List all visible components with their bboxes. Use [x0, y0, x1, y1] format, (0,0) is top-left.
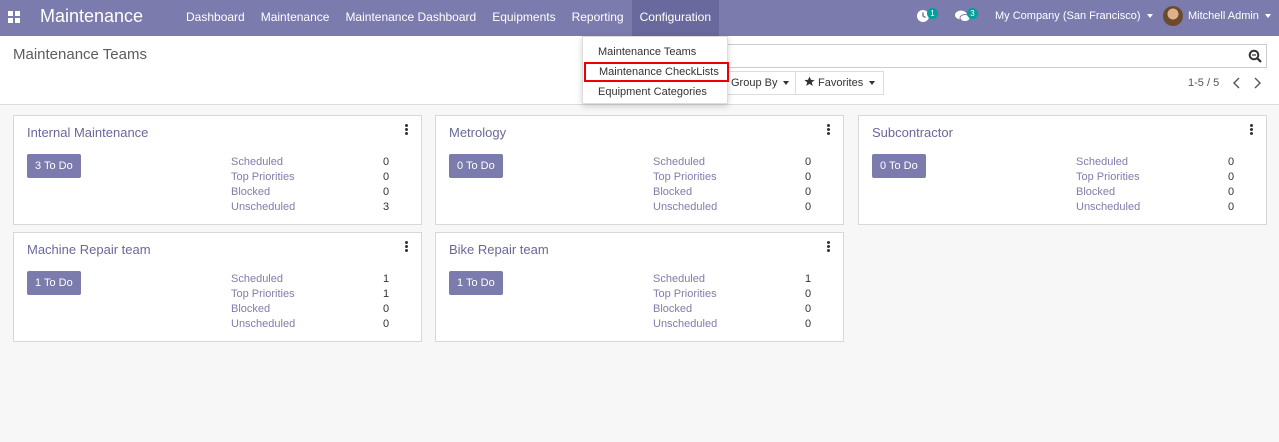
caret-down-icon: [1264, 14, 1271, 18]
menu-equipments[interactable]: Equipments: [484, 0, 563, 36]
kebab-menu-icon[interactable]: [405, 241, 409, 253]
search-input[interactable]: [715, 44, 1267, 68]
main-menu: Dashboard Maintenance Maintenance Dashbo…: [178, 0, 719, 36]
user-name: Mitchell Admin: [1188, 10, 1259, 22]
team-name[interactable]: Metrology: [449, 125, 506, 140]
stat-value: 0: [1228, 171, 1235, 183]
search-icon[interactable]: [1248, 49, 1262, 63]
caret-down-icon: [869, 81, 876, 86]
configuration-dropdown: Maintenance Teams Maintenance CheckLists…: [582, 36, 729, 104]
app-title[interactable]: Maintenance: [40, 6, 143, 27]
stat-scheduled-link[interactable]: Scheduled: [231, 273, 283, 285]
team-name[interactable]: Subcontractor: [872, 125, 953, 140]
favorites-label: Favorites: [818, 77, 864, 89]
star-icon: [804, 76, 815, 86]
team-name[interactable]: Bike Repair team: [449, 242, 549, 257]
stat-blocked-link[interactable]: Blocked: [653, 303, 692, 315]
stat-value: 0: [805, 171, 812, 183]
stat-scheduled-link[interactable]: Scheduled: [231, 156, 283, 168]
stat-value: 1: [383, 288, 390, 300]
stat-blocked-link[interactable]: Blocked: [231, 186, 270, 198]
stat-value: 1: [805, 273, 812, 285]
stat-top-priorities-link[interactable]: Top Priorities: [231, 171, 295, 183]
stat-value: 0: [1228, 156, 1235, 168]
pager-value[interactable]: 1-5 / 5: [1188, 77, 1219, 89]
team-name[interactable]: Machine Repair team: [27, 242, 151, 257]
team-card[interactable]: Machine Repair team 1 To Do Scheduled To…: [13, 232, 422, 342]
menu-dashboard[interactable]: Dashboard: [178, 0, 253, 36]
stat-top-priorities-link[interactable]: Top Priorities: [653, 171, 717, 183]
stat-value: 0: [383, 303, 390, 315]
chevron-right-icon[interactable]: [1249, 75, 1265, 91]
activity-badge: 1: [927, 8, 938, 19]
team-card[interactable]: Metrology 0 To Do Scheduled Top Prioriti…: [435, 115, 844, 225]
stat-top-priorities-link[interactable]: Top Priorities: [1076, 171, 1140, 183]
stat-scheduled-link[interactable]: Scheduled: [653, 273, 705, 285]
group-by-label: Group By: [731, 77, 778, 89]
team-card[interactable]: Bike Repair team 1 To Do Scheduled Top P…: [435, 232, 844, 342]
menu-maintenance[interactable]: Maintenance: [253, 0, 338, 36]
stat-value: 0: [383, 171, 390, 183]
stat-unscheduled-link[interactable]: Unscheduled: [1076, 201, 1140, 213]
menu-maintenance-dashboard[interactable]: Maintenance Dashboard: [337, 0, 484, 36]
todo-button[interactable]: 1 To Do: [27, 271, 81, 295]
kebab-menu-icon[interactable]: [827, 241, 831, 253]
team-card[interactable]: Subcontractor 0 To Do Scheduled Top Prio…: [858, 115, 1267, 225]
dropdown-item-equipment-categories[interactable]: Equipment Categories: [583, 82, 727, 102]
breadcrumb: Maintenance Teams: [13, 46, 147, 63]
stat-unscheduled-link[interactable]: Unscheduled: [231, 318, 295, 330]
caret-down-icon: [1146, 14, 1153, 19]
company-switcher[interactable]: My Company (San Francisco): [995, 10, 1153, 22]
todo-button[interactable]: 0 To Do: [872, 154, 926, 178]
stat-value: 0: [805, 186, 812, 198]
stat-value: 0: [383, 156, 390, 168]
apps-menu-icon[interactable]: [8, 11, 20, 23]
dropdown-item-maintenance-checklists[interactable]: Maintenance CheckLists: [584, 62, 729, 82]
stat-value: 0: [805, 303, 812, 315]
todo-button[interactable]: 1 To Do: [449, 271, 503, 295]
avatar: [1163, 6, 1183, 26]
stat-value: 0: [1228, 201, 1235, 213]
top-navbar: Maintenance Dashboard Maintenance Mainte…: [0, 0, 1279, 36]
messages-badge: 3: [967, 8, 978, 19]
stat-value: 0: [805, 318, 812, 330]
dropdown-item-maintenance-teams[interactable]: Maintenance Teams: [583, 42, 727, 62]
stat-value: 0: [383, 318, 390, 330]
stat-value: 3: [383, 201, 390, 213]
stat-unscheduled-link[interactable]: Unscheduled: [653, 201, 717, 213]
stat-value: 0: [805, 288, 812, 300]
stat-scheduled-link[interactable]: Scheduled: [1076, 156, 1128, 168]
todo-button[interactable]: 3 To Do: [27, 154, 81, 178]
favorites-button[interactable]: Favorites: [795, 71, 885, 95]
menu-configuration[interactable]: Configuration: [631, 0, 719, 36]
stat-scheduled-link[interactable]: Scheduled: [653, 156, 705, 168]
team-card[interactable]: Internal Maintenance 3 To Do Scheduled T…: [13, 115, 422, 225]
stat-value: 1: [383, 273, 390, 285]
stat-unscheduled-link[interactable]: Unscheduled: [653, 318, 717, 330]
stat-blocked-link[interactable]: Blocked: [231, 303, 270, 315]
caret-down-icon: [783, 81, 790, 86]
stat-value: 0: [805, 156, 812, 168]
company-name: My Company (San Francisco): [995, 10, 1141, 22]
team-name[interactable]: Internal Maintenance: [27, 125, 148, 140]
stat-unscheduled-link[interactable]: Unscheduled: [231, 201, 295, 213]
user-menu[interactable]: Mitchell Admin: [1163, 6, 1271, 26]
stat-value: 0: [805, 201, 812, 213]
chevron-left-icon[interactable]: [1229, 75, 1245, 91]
todo-button[interactable]: 0 To Do: [449, 154, 503, 178]
stat-top-priorities-link[interactable]: Top Priorities: [653, 288, 717, 300]
stat-blocked-link[interactable]: Blocked: [653, 186, 692, 198]
stat-top-priorities-link[interactable]: Top Priorities: [231, 288, 295, 300]
kebab-menu-icon[interactable]: [1250, 124, 1254, 136]
kebab-menu-icon[interactable]: [405, 124, 409, 136]
stat-value: 0: [383, 186, 390, 198]
stat-value: 0: [1228, 186, 1235, 198]
kebab-menu-icon[interactable]: [827, 124, 831, 136]
group-by-button[interactable]: Group By: [722, 71, 799, 95]
menu-reporting[interactable]: Reporting: [564, 0, 632, 36]
stat-blocked-link[interactable]: Blocked: [1076, 186, 1115, 198]
